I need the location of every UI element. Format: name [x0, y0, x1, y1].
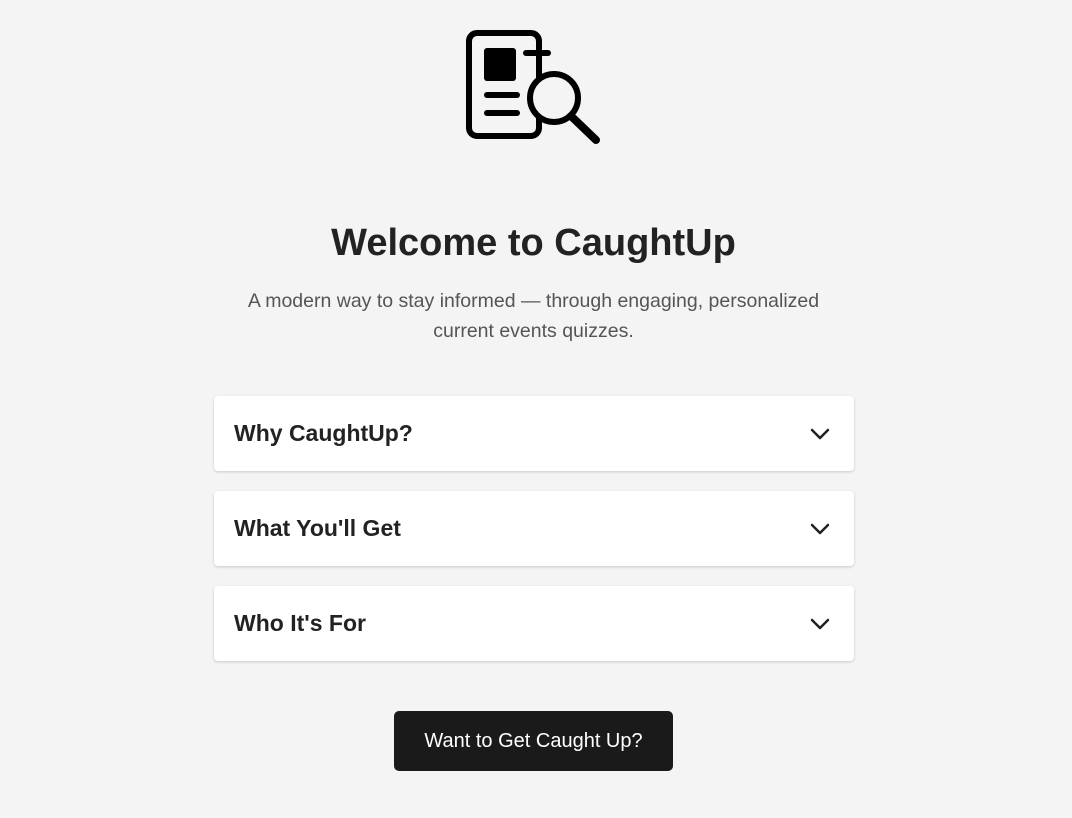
accordion-what-youll-get[interactable]: What You'll Get	[214, 491, 854, 566]
accordion-who-its-for[interactable]: Who It's For	[214, 586, 854, 661]
welcome-page: Welcome to CaughtUp A modern way to stay…	[0, 0, 1072, 818]
get-caught-up-button[interactable]: Want to Get Caught Up?	[394, 711, 673, 771]
page-subtitle: A modern way to stay informed — through …	[247, 290, 820, 342]
accordion-why-caughtup[interactable]: Why CaughtUp?	[214, 396, 854, 471]
accordion-label: What You'll Get	[234, 515, 401, 541]
accordion-label: Why CaughtUp?	[234, 420, 413, 446]
chevron-down-icon	[810, 618, 830, 630]
page-title: Welcome to CaughtUp	[331, 222, 736, 264]
news-search-icon	[466, 30, 600, 144]
accordion-label: Who It's For	[234, 610, 366, 636]
chevron-down-icon	[810, 428, 830, 440]
chevron-down-icon	[810, 523, 830, 535]
